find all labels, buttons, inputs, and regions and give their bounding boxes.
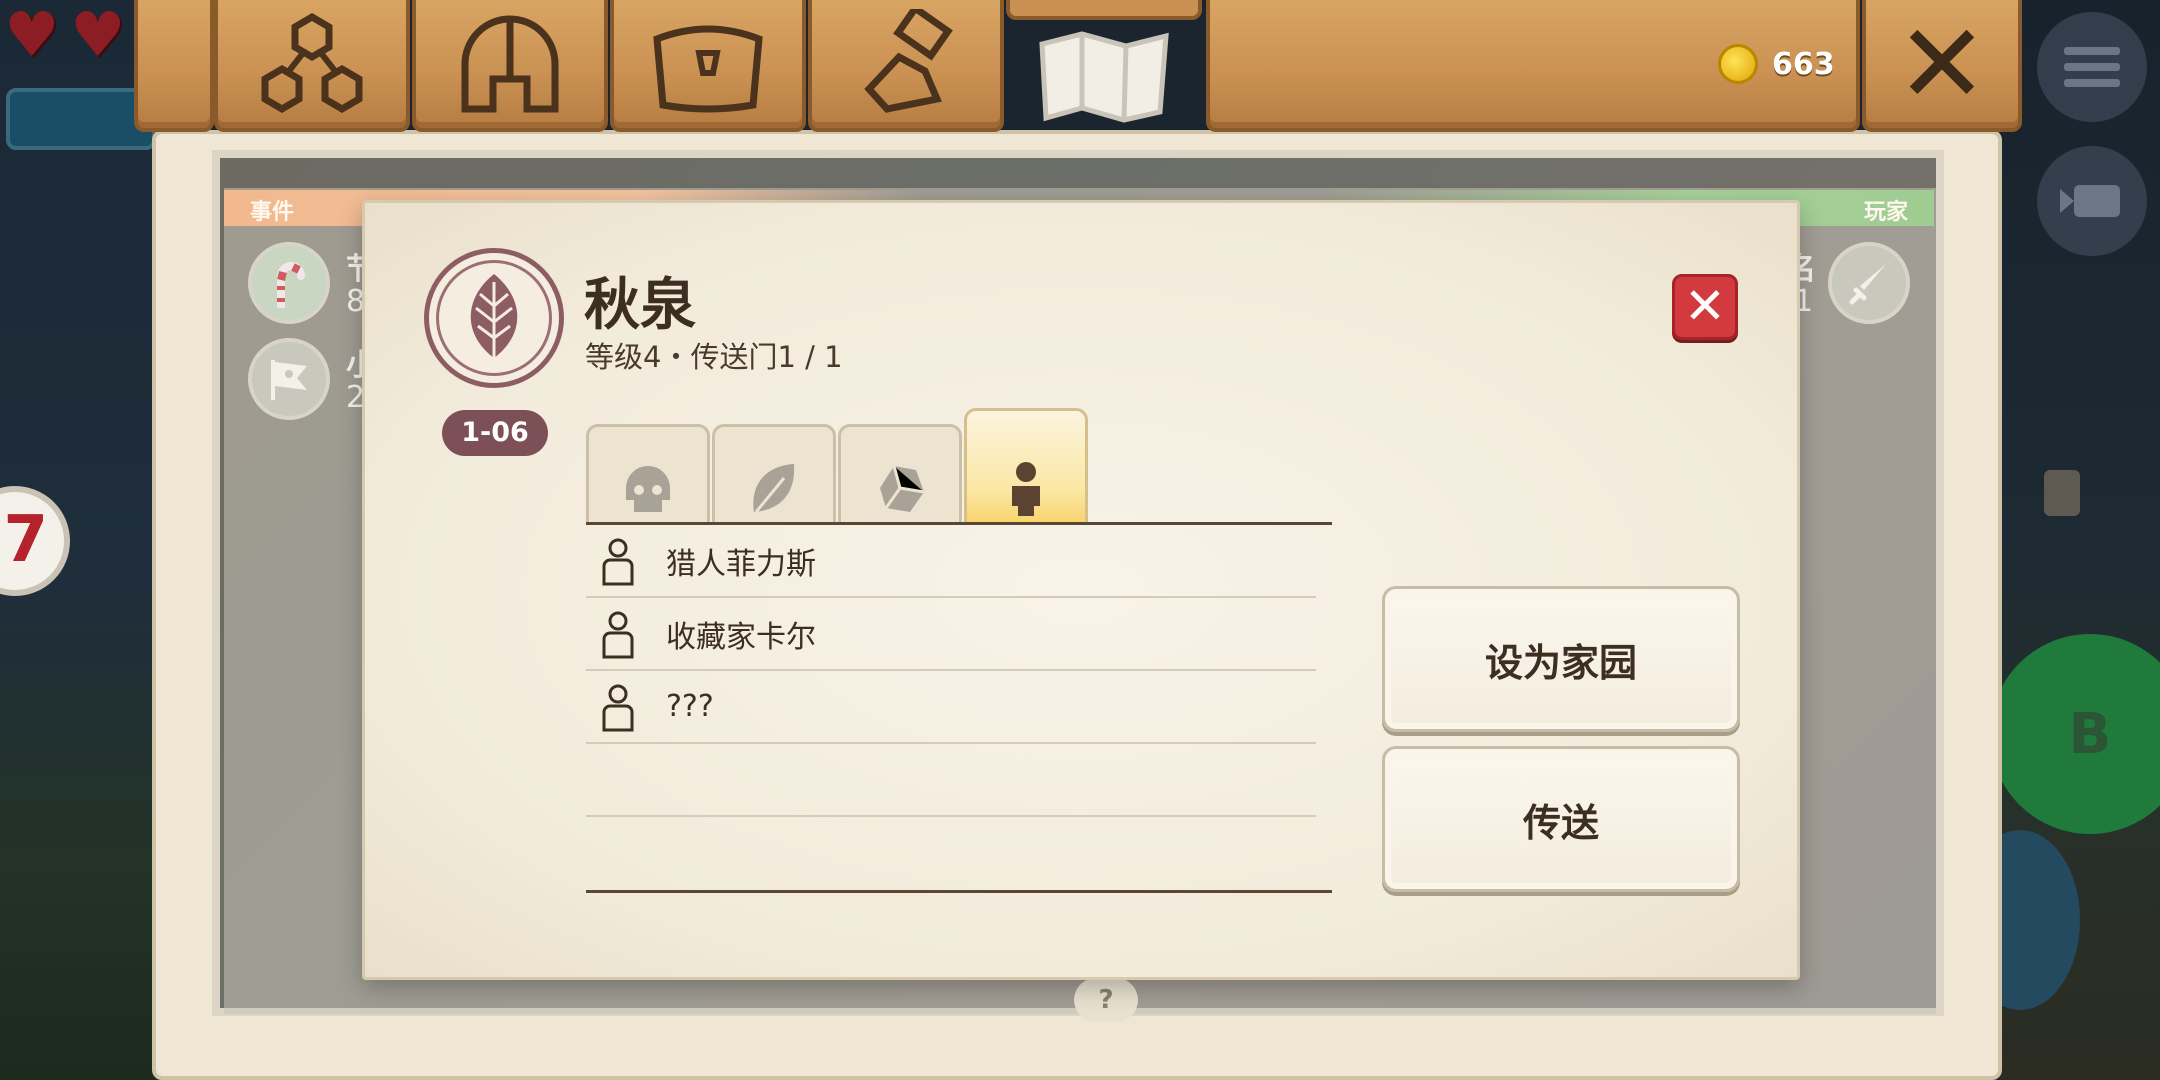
map-icon [1039,31,1169,123]
dialog-close-button[interactable]: ✕ [1672,274,1738,340]
tabbar-left-cap [134,0,214,132]
tab-resources[interactable] [214,0,410,132]
coin-counter: 663 [1718,44,1835,84]
region-level-portals: 等级4・传送门1 / 1 [585,340,843,374]
tab-plants[interactable] [712,424,836,524]
hammer-hand-icon [864,9,953,113]
region-emblem [424,248,564,388]
chest-icon [653,25,763,113]
tab-monsters[interactable] [586,424,710,524]
region-code-badge: 1-06 [442,410,548,456]
candy-cane-icon[interactable] [248,242,330,324]
person-outline-icon [602,611,634,658]
tab-ores[interactable] [838,424,962,524]
bag-icon [2044,470,2080,516]
pirate-flag-icon[interactable] [248,338,330,420]
npc-name: ??? [666,689,714,724]
camera-icon [2060,185,2120,217]
list-bottom-rule [586,890,1332,893]
heart-icon: ♥ [4,0,60,71]
list-item[interactable]: 收藏家卡尔 [586,598,1316,671]
leaf-icon [753,464,795,513]
teleport-button[interactable]: 传送 [1382,746,1740,892]
health-hearts: ♥ ♥ [4,0,132,71]
camera-button[interactable] [2037,146,2147,256]
set-home-button[interactable]: 设为家园 [1382,586,1740,732]
sword-icon[interactable] [1828,242,1910,324]
hexagon-cluster-icon [261,12,363,114]
npc-name: 猎人菲力斯 [666,546,816,582]
list-item[interactable]: ??? [586,671,1316,744]
person-outline-icon [602,538,634,585]
list-item[interactable]: 猎人菲力斯 [586,525,1316,598]
tab-map-active[interactable] [1006,0,1202,20]
region-name: 秋泉 [584,273,696,338]
tab-inventory[interactable] [610,0,806,132]
list-item-empty [586,744,1316,817]
hamburger-icon [2064,47,2120,87]
tab-crafting[interactable] [808,0,1004,132]
person-outline-icon [602,684,634,731]
coin-amount: 663 [1772,46,1835,82]
tab-equipment[interactable] [412,0,608,132]
coin-icon [1718,44,1758,84]
close-icon: ✕ [1895,0,1989,128]
close-book-button[interactable]: ✕ [1862,0,2022,132]
heart-icon: ♥ [70,0,126,71]
helmet-icon [461,15,559,113]
npc-name: 收藏家卡尔 [666,619,816,655]
tab-npcs[interactable] [964,408,1088,524]
person-icon [1012,462,1040,516]
skull-icon [626,466,670,512]
ore-rock-icon [880,465,925,512]
leaf-icon [470,274,518,364]
menu-button[interactable] [2037,12,2147,122]
help-button[interactable]: ? [1074,978,1138,1022]
npc-list: 猎人菲力斯 收藏家卡尔 ??? [586,525,1316,817]
